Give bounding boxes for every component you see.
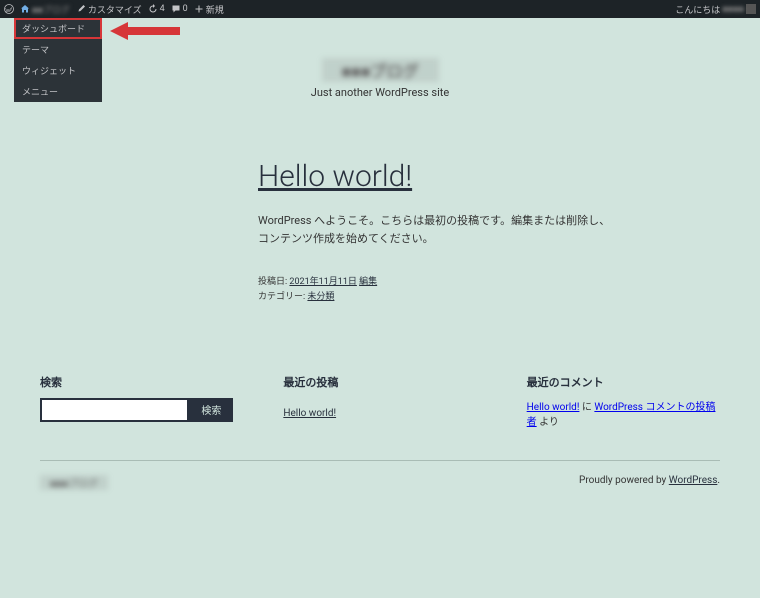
site-footer: ■■■ブログ Proudly powered by WordPress.: [30, 475, 730, 490]
footer-credits: Proudly powered by WordPress.: [579, 475, 720, 490]
post-excerpt: WordPress へようこそ。こちらは最初の投稿です。編集または削除し、コンテ…: [258, 212, 618, 247]
footer-site-title[interactable]: ■■■ブログ: [40, 475, 108, 490]
post-date-label: 投稿日:: [258, 277, 287, 287]
widget-recent-posts: 最近の投稿 Hello world!: [283, 374, 476, 430]
new-label: 新規: [206, 3, 224, 16]
widget-recent-comments-title: 最近のコメント: [527, 374, 720, 390]
customize-label: カスタマイズ: [88, 3, 142, 16]
recent-post-link[interactable]: Hello world!: [283, 408, 336, 419]
recent-comment-item: Hello world! に WordPress コメントの投稿者 より: [527, 400, 720, 430]
dropdown-themes[interactable]: テーマ: [14, 39, 102, 60]
site-dropdown: ダッシュボード テーマ ウィジェット メニュー: [14, 18, 102, 102]
widget-recent-comments: 最近のコメント Hello world! に WordPress コメントの投稿…: [527, 374, 720, 430]
admin-bar-right: こんにちは ■■■■: [675, 3, 756, 16]
plus-icon: [194, 4, 204, 14]
footer-powered-text: Proudly powered by: [579, 475, 669, 486]
update-icon: [148, 4, 158, 14]
brush-icon: [76, 4, 86, 14]
footer-wp-link[interactable]: WordPress: [669, 475, 718, 486]
post-category-link[interactable]: 未分類: [307, 292, 334, 302]
username-text: ■■■■: [722, 4, 744, 15]
search-button[interactable]: 検索: [189, 398, 233, 422]
widget-recent-posts-title: 最近の投稿: [283, 374, 476, 390]
account-link[interactable]: こんにちは ■■■■: [675, 3, 756, 16]
dropdown-menus[interactable]: メニュー: [14, 81, 102, 102]
comments-link[interactable]: 0: [171, 4, 188, 14]
widget-search-title: 検索: [40, 374, 233, 390]
home-icon: [20, 4, 30, 14]
comment-icon: [171, 4, 181, 14]
admin-bar-left: ■■ブログ カスタマイズ 4 0 新規: [4, 3, 224, 16]
dropdown-widgets[interactable]: ウィジェット: [14, 60, 102, 81]
site-header: ■■■ブログ Just another WordPress site: [30, 58, 730, 99]
footer-divider: [40, 460, 720, 461]
updates-link[interactable]: 4: [148, 4, 165, 14]
widget-search: 検索 検索: [40, 374, 233, 430]
updates-count: 4: [160, 4, 165, 14]
new-link[interactable]: 新規: [194, 3, 224, 16]
search-input[interactable]: [40, 398, 189, 422]
comments-count: 0: [183, 4, 188, 14]
post-edit-link[interactable]: 編集: [359, 277, 377, 287]
dropdown-dashboard[interactable]: ダッシュボード: [14, 18, 102, 39]
post-cat-label: カテゴリー:: [258, 292, 305, 302]
recent-comment-tail: より: [537, 417, 559, 428]
main-content: Hello world! WordPress へようこそ。こちらは最初の投稿です…: [258, 159, 618, 304]
post-date-link[interactable]: 2021年11月11日: [289, 277, 356, 287]
customize-link[interactable]: カスタマイズ: [76, 3, 142, 16]
annotation-arrow-icon: [110, 20, 180, 42]
wordpress-icon: [4, 4, 14, 14]
site-name-text: ■■ブログ: [32, 3, 70, 16]
admin-bar: ■■ブログ カスタマイズ 4 0 新規 こんにちは ■■■■: [0, 0, 760, 18]
footer-widgets: 検索 検索 最近の投稿 Hello world! 最近のコメント Hello w…: [30, 374, 730, 430]
post-title-link[interactable]: Hello world!: [258, 159, 618, 194]
site-name-link[interactable]: ■■ブログ: [20, 3, 70, 16]
recent-comment-post-link[interactable]: Hello world!: [527, 402, 580, 413]
post-meta: 投稿日: 2021年11月11日 編集 カテゴリー: 未分類: [258, 275, 618, 304]
greeting-text: こんにちは: [675, 3, 720, 16]
page-body: ■■■ブログ Just another WordPress site Hello…: [0, 18, 760, 598]
site-tagline: Just another WordPress site: [30, 86, 730, 99]
avatar: [746, 4, 756, 14]
search-form: 検索: [40, 398, 233, 422]
site-title[interactable]: ■■■ブログ: [322, 58, 439, 82]
recent-comment-mid: に: [579, 402, 594, 413]
wp-logo[interactable]: [4, 4, 14, 14]
